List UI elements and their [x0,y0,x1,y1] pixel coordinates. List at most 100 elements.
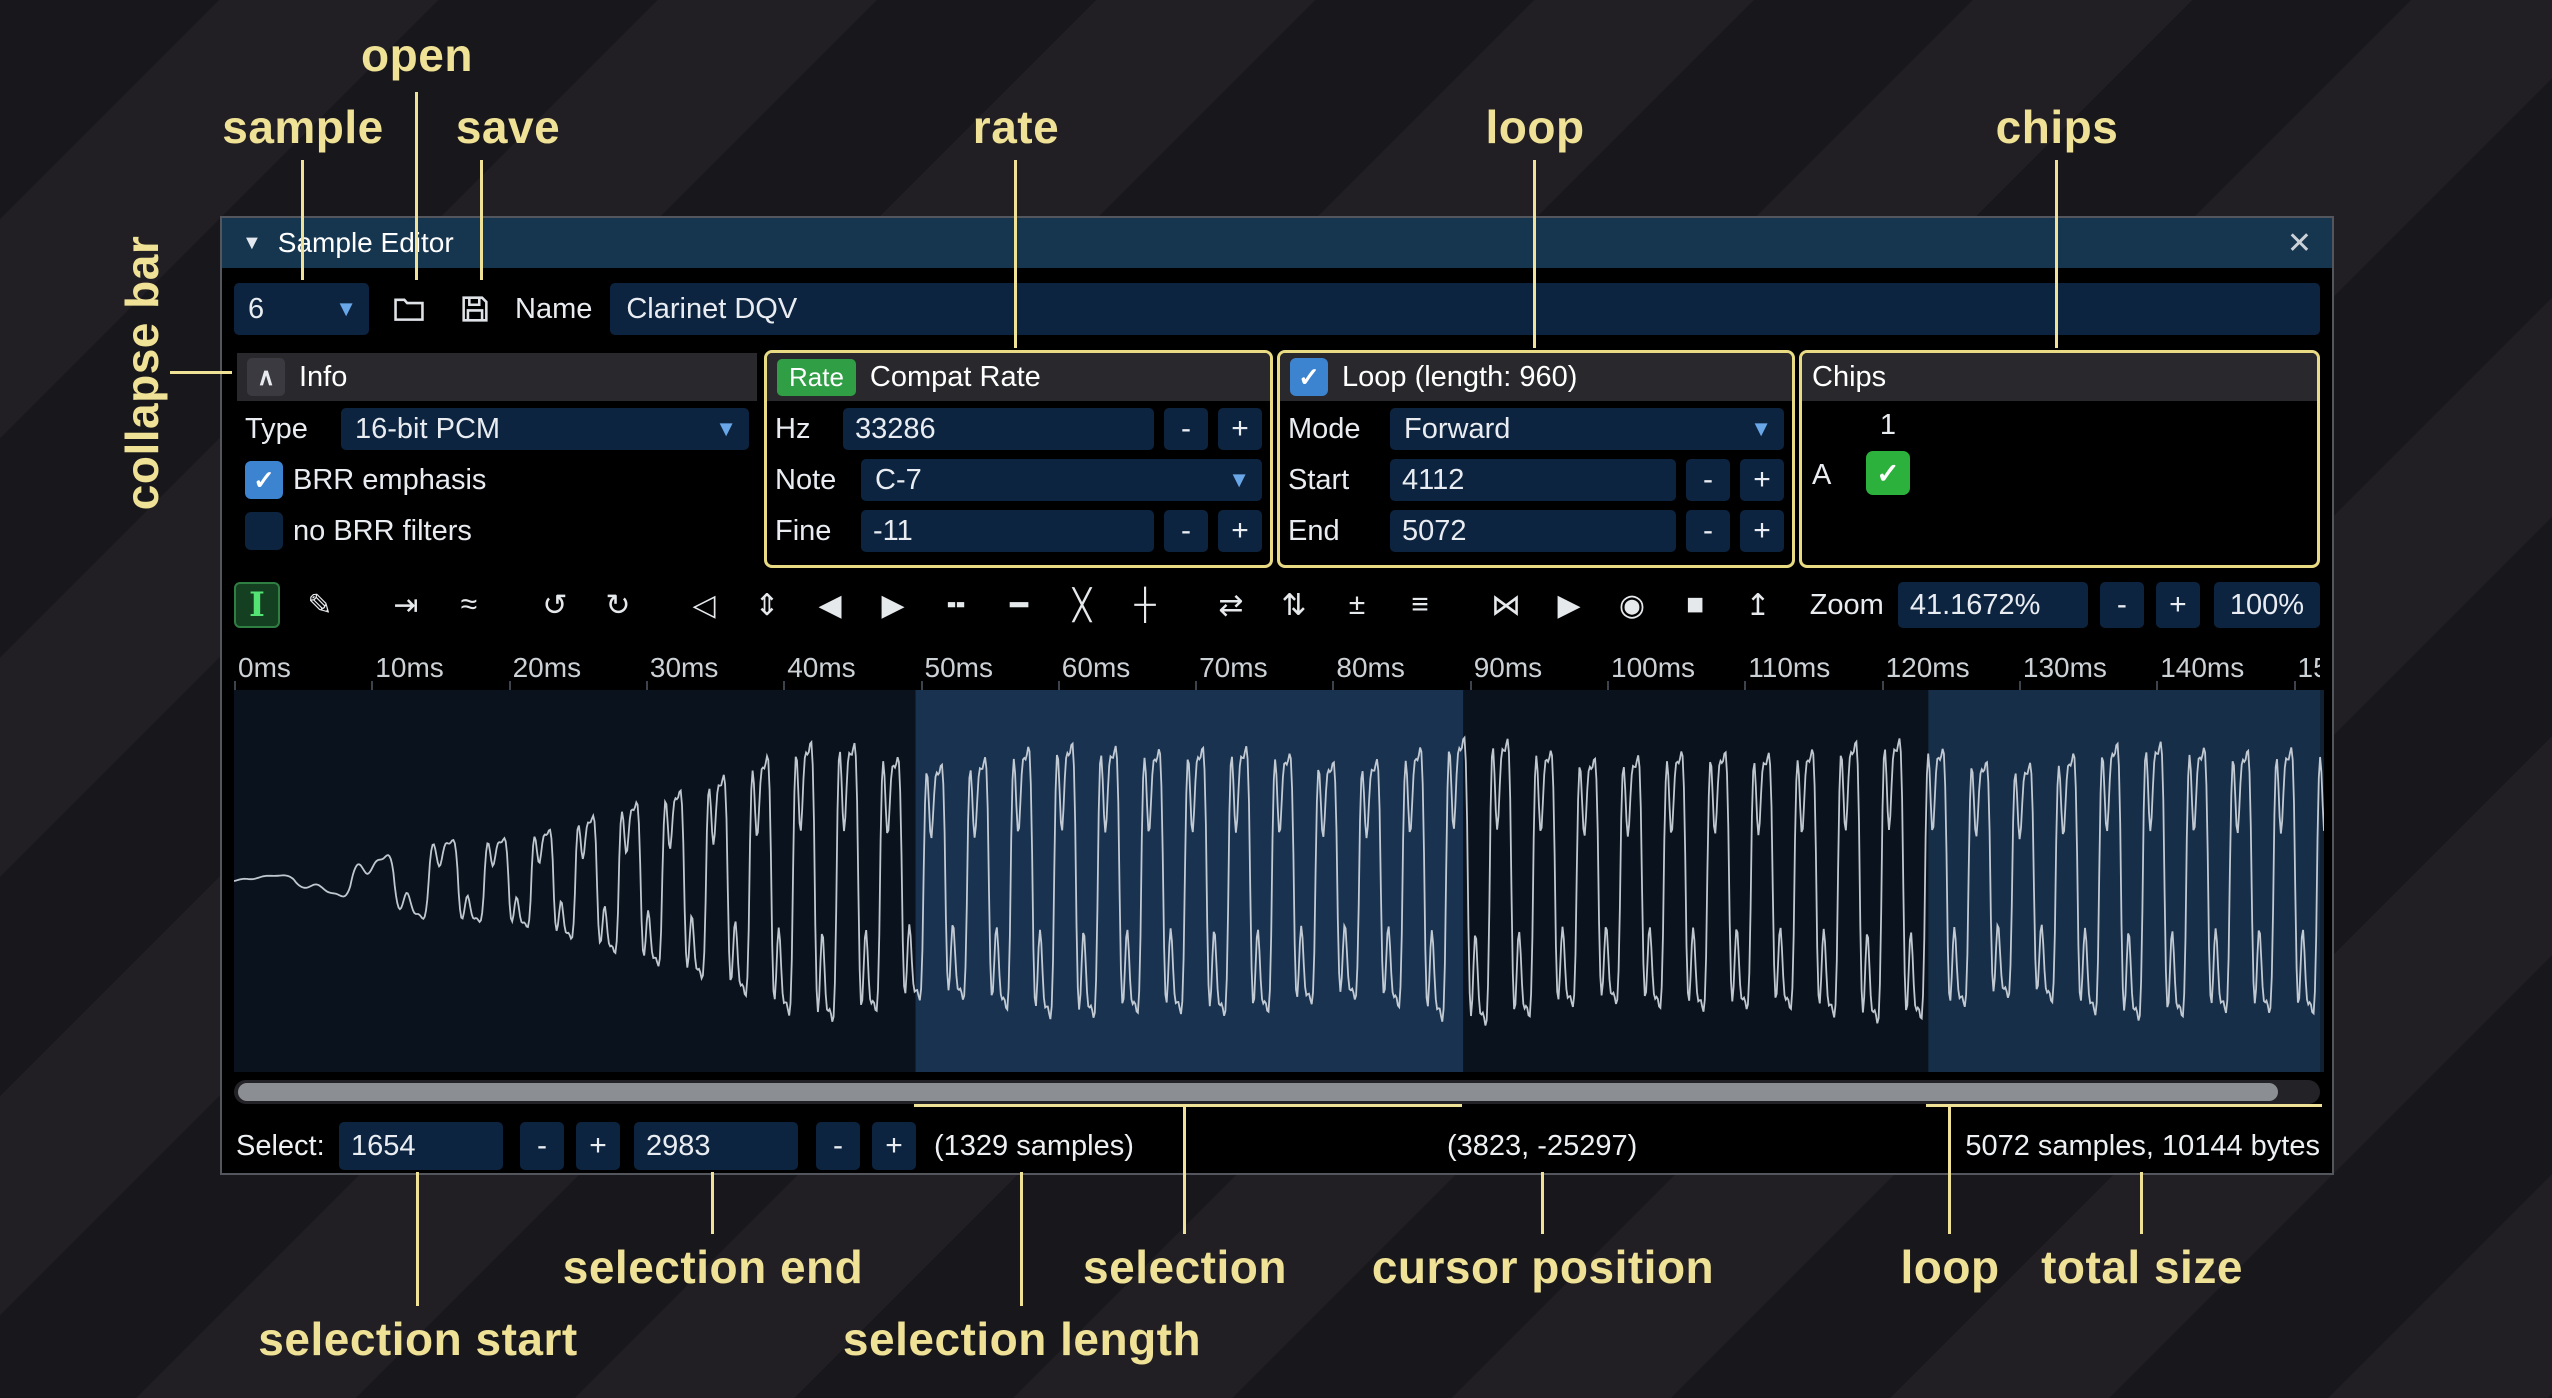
insert-silence-icon[interactable]: ╍ [933,582,979,628]
annotation-line-sample [301,160,304,280]
ruler-label: 140ms [2160,652,2244,684]
scrollbar-thumb[interactable] [238,1083,2278,1101]
check-icon: ✓ [1876,457,1899,490]
loop-start-decrement-button[interactable]: - [1686,459,1730,501]
name-label: Name [515,293,592,326]
annotation-selection-start: selection start [258,1312,577,1366]
annotation-bracket-loop [1926,1104,2322,1107]
annotation-stub-loop [1948,1104,1951,1234]
loop-start-input[interactable]: 4112 [1390,459,1676,501]
sample-type-select[interactable]: 16-bit PCM ▼ [341,408,749,450]
waveform-scrollbar[interactable] [234,1080,2320,1104]
chevron-down-icon: ▼ [323,296,369,322]
note-label: Note [775,464,851,497]
loop-enable-checkbox[interactable]: ✓ [1290,358,1328,396]
preview-loop-icon[interactable]: ◉ [1609,582,1655,628]
delete-icon[interactable]: ╳ [1059,582,1105,628]
preview-icon[interactable]: ▶ [1546,582,1592,628]
window-collapse-icon[interactable]: ▼ [242,232,262,255]
ruler-label: 150ms [2298,652,2321,684]
zoom-value-input[interactable]: 41.1672% [1898,582,2088,628]
folder-open-icon [392,292,426,326]
ruler-label: 50ms [925,652,993,684]
time-ruler: 0ms10ms20ms30ms40ms50ms60ms70ms80ms90ms1… [234,648,2320,690]
check-icon: ✓ [1298,362,1320,393]
rate-badge: Rate [777,359,856,396]
resample-icon[interactable]: ≈ [446,582,492,628]
import-icon[interactable]: ↥ [1735,582,1781,628]
zoom-out-button[interactable]: - [2100,582,2144,628]
fade-out-icon[interactable]: ▶ [870,582,916,628]
annotation-line-total-size [2140,1172,2143,1234]
crossfade-loop-icon[interactable]: ⋈ [1483,582,1529,628]
ruler-label: 0ms [238,652,291,684]
brr-emphasis-checkbox[interactable]: ✓ [245,461,283,499]
edit-select-icon[interactable]: I [234,582,280,628]
loop-mode-label: Mode [1288,413,1380,446]
selection-start-input[interactable]: 1654 [339,1122,503,1170]
waveform-display[interactable] [234,690,2324,1072]
note-select[interactable]: C-7 ▼ [861,459,1262,501]
annotation-line-selection-length [1020,1172,1023,1306]
selection-start-increment-button[interactable]: + [576,1122,620,1170]
loop-start-increment-button[interactable]: + [1740,459,1784,501]
hz-increment-button[interactable]: + [1218,408,1262,450]
selection-length-text: (1329 samples) [934,1122,1134,1170]
fade-in-icon[interactable]: ◀ [807,582,853,628]
loop-end-input[interactable]: 5072 [1390,510,1676,552]
fine-increment-button[interactable]: + [1218,510,1262,552]
ruler-label: 100ms [1611,652,1695,684]
no-brr-filters-checkbox[interactable] [245,512,283,550]
open-sample-button[interactable] [383,283,435,335]
selection-start-decrement-button[interactable]: - [520,1122,564,1170]
zoom-in-button[interactable]: + [2156,582,2200,628]
stop-preview-icon[interactable]: ■ [1672,582,1718,628]
apply-filter-icon[interactable]: ≡ [1397,582,1443,628]
trim-icon[interactable]: ┼ [1122,582,1168,628]
loop-end-decrement-button[interactable]: - [1686,510,1730,552]
amplify-icon[interactable]: ◁ [681,582,727,628]
resize-icon[interactable]: ⇥ [383,582,429,628]
ruler-tick [921,681,923,690]
ruler-label: 60ms [1062,652,1130,684]
normalize-icon[interactable]: ⇕ [744,582,790,628]
fine-decrement-button[interactable]: - [1164,510,1208,552]
redo-icon[interactable]: ↻ [595,582,641,628]
collapse-bar-button[interactable]: ∧ [247,358,285,396]
loop-mode-select[interactable]: Forward ▼ [1390,408,1784,450]
apply-silence-icon[interactable]: ━ [996,582,1042,628]
hz-decrement-button[interactable]: - [1164,408,1208,450]
ruler-label: 80ms [1336,652,1404,684]
close-icon[interactable]: ✕ [2287,226,2312,261]
undo-icon[interactable]: ↺ [532,582,578,628]
ruler-tick [2019,681,2021,690]
loop-end-increment-button[interactable]: + [1740,510,1784,552]
reverse-icon[interactable]: ⇄ [1208,582,1254,628]
annotation-line-selection-end [711,1172,714,1234]
annotation-selection-end: selection end [563,1240,863,1294]
ruler-tick [2156,681,2158,690]
selection-end-increment-button[interactable]: + [872,1122,916,1170]
save-sample-button[interactable] [449,283,501,335]
ruler-tick [371,681,373,690]
invert-icon[interactable]: ⇅ [1271,582,1317,628]
selection-end-input[interactable]: 2983 [634,1122,798,1170]
info-panel: ∧ Info Type 16-bit PCM ▼ ✓ [234,350,760,568]
annotation-line-open [415,92,418,280]
draw-icon[interactable]: ✎ [297,582,343,628]
chip-enable-checkbox[interactable]: ✓ [1866,451,1910,495]
signed-unsigned-icon[interactable]: ± [1334,582,1380,628]
zoom-reset-button[interactable]: 100% [2214,582,2320,628]
chip-column-header: 1 [1864,409,1912,442]
sample-name-input[interactable]: Clarinet DQV [610,283,2320,335]
toolbar-icons: I ✎ ⇥ ≈ ↺ ↻ ◁ ⇕ ◀ ▶ ╍ ━ ╳ ┼ ⇄ ⇅ ± ≡ ⋈ ▶ ◉ ■ ↥ [234,582,1798,628]
waveform-area[interactable] [234,690,2320,1072]
annotation-line-save [480,160,483,280]
chevron-up-icon: ∧ [257,363,275,392]
ruler-label: 130ms [2023,652,2107,684]
titlebar[interactable]: ▼ Sample Editor ✕ [222,218,2332,268]
hz-input[interactable]: 33286 [843,408,1154,450]
selection-end-decrement-button[interactable]: - [816,1122,860,1170]
sample-number-select[interactable]: 6 ▼ [234,283,369,335]
fine-input[interactable]: -11 [861,510,1154,552]
